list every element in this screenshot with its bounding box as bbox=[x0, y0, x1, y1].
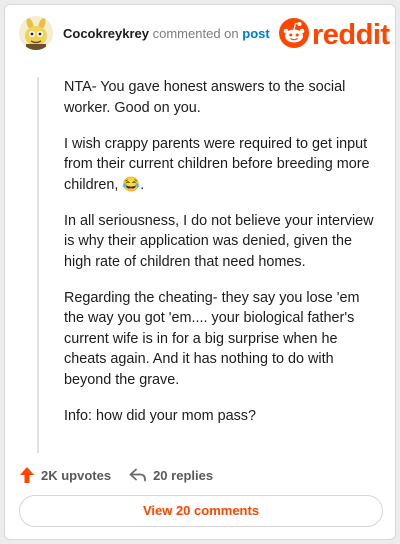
username-link[interactable]: Cocokreykrey bbox=[63, 26, 149, 41]
reddit-snoo-icon bbox=[279, 17, 309, 53]
comment-paragraph: In all seriousness, I do not believe you… bbox=[64, 212, 374, 270]
reddit-logo[interactable]: reddit bbox=[279, 17, 390, 53]
post-link[interactable]: post bbox=[242, 26, 269, 41]
comment-paragraph: Info: how did your mom pass? bbox=[64, 407, 256, 424]
comment-header: Cocokreykrey commented on post reddit bbox=[5, 5, 395, 65]
action-text: commented on bbox=[152, 26, 239, 41]
upvote-arrow-icon[interactable] bbox=[19, 466, 35, 484]
comment-card: Cocokreykrey commented on post reddit NT… bbox=[4, 4, 396, 540]
avatar[interactable] bbox=[19, 16, 53, 50]
reply-count: 20 replies bbox=[153, 467, 214, 483]
upvote-stat[interactable]: 2K upvotes bbox=[19, 466, 111, 484]
reply-arrow-icon[interactable] bbox=[129, 468, 147, 482]
upvote-count: 2K upvotes bbox=[41, 467, 112, 483]
reddit-wordmark: reddit bbox=[312, 19, 390, 51]
view-comments-button[interactable]: View 20 comments bbox=[19, 495, 383, 527]
reply-stat[interactable]: 20 replies bbox=[129, 468, 213, 483]
comment-stats: 2K upvotes 20 replies bbox=[19, 463, 213, 487]
comment-paragraph: NTA- You gave honest answers to the soci… bbox=[64, 79, 346, 116]
comment-paragraph: I wish crappy parents were required to g… bbox=[64, 135, 370, 193]
comment-paragraph: Regarding the cheating- they say you los… bbox=[64, 289, 360, 388]
comment-body: NTA- You gave honest answers to the soci… bbox=[37, 77, 379, 453]
byline: Cocokreykrey commented on post bbox=[63, 26, 270, 41]
